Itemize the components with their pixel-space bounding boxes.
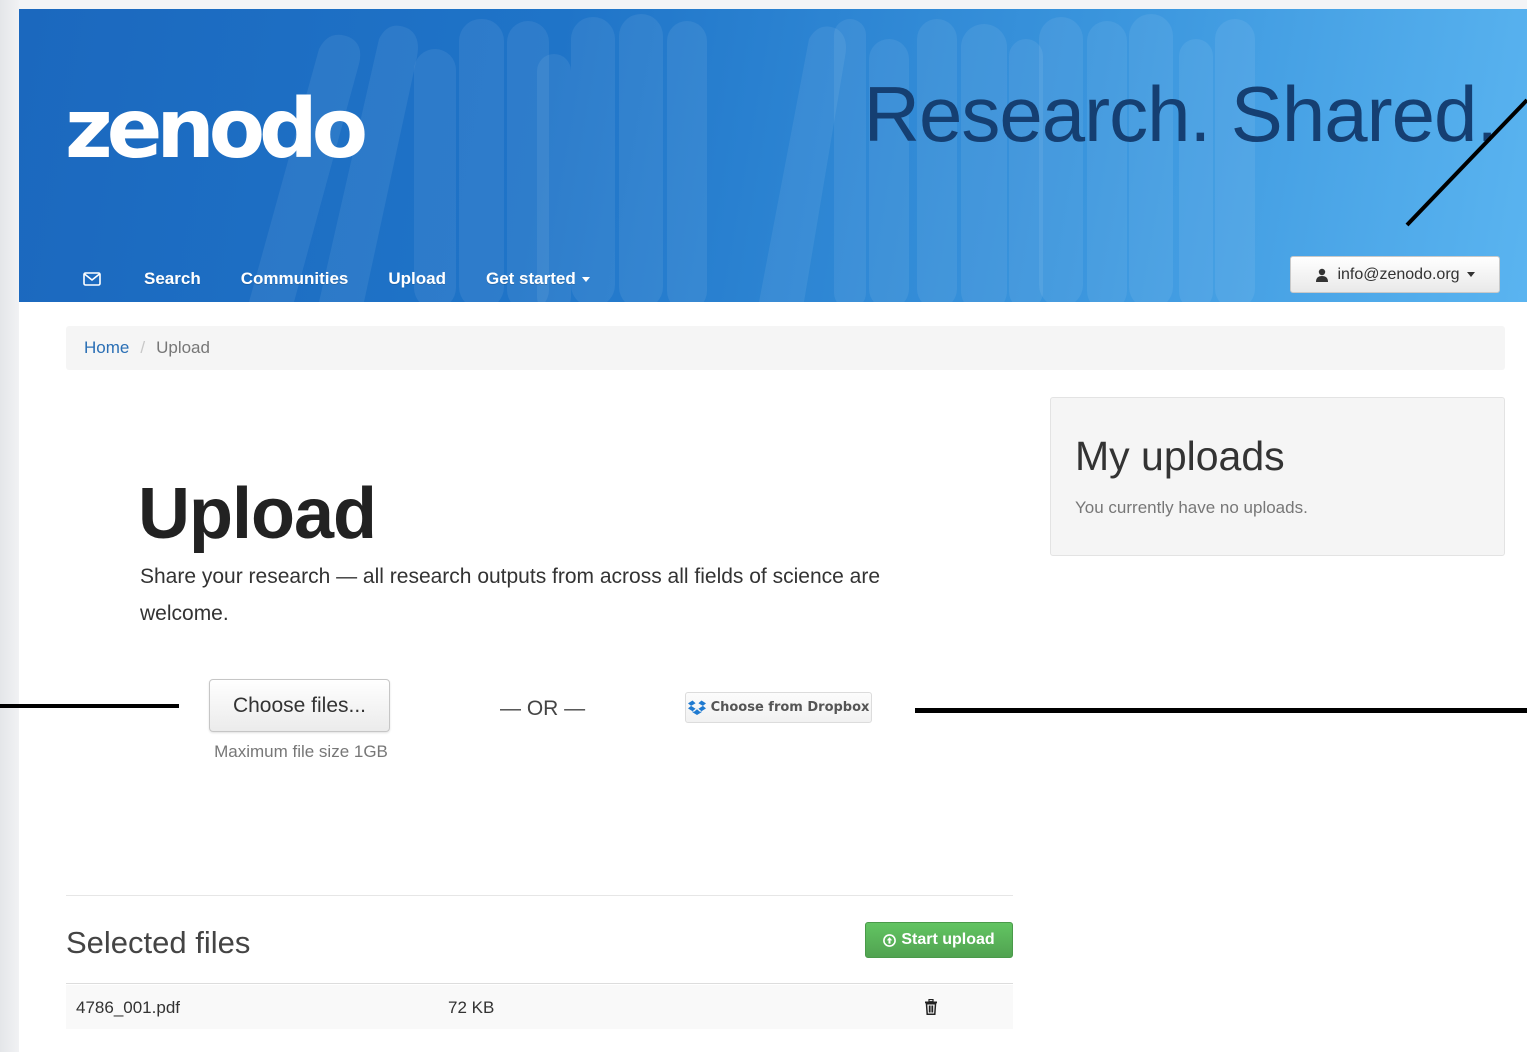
- table-row: 4786_001.pdf 72 KB: [66, 985, 1013, 1029]
- site-header: zenodo Research. Shared. Search Communit…: [19, 9, 1527, 302]
- my-uploads-empty-text: You currently have no uploads.: [1075, 498, 1308, 517]
- page-title: Upload: [138, 474, 377, 554]
- chevron-down-icon: [1466, 272, 1475, 277]
- upload-circle-icon: [883, 933, 897, 947]
- upload-description: Share your research — all research outpu…: [140, 565, 880, 625]
- breadcrumb-separator: /: [140, 338, 146, 357]
- user-icon: [1316, 268, 1329, 282]
- nav-get-started-label: Get started: [486, 269, 576, 288]
- annotation-diagonal-line: [1405, 98, 1527, 227]
- breadcrumb-home[interactable]: Home: [84, 338, 129, 358]
- my-uploads-title: My uploads: [1075, 433, 1285, 479]
- nav-get-started[interactable]: Get started: [486, 269, 590, 289]
- my-uploads-panel: My uploads You currently have no uploads…: [1050, 397, 1505, 556]
- breadcrumb: Home / Upload: [66, 326, 1505, 370]
- page-top-edge: [0, 0, 1527, 9]
- annotation-line-right: [915, 708, 1527, 713]
- envelope-icon[interactable]: [83, 272, 101, 286]
- nav-communities[interactable]: Communities: [241, 269, 349, 289]
- main-nav: Search Communities Upload Get started: [83, 267, 630, 291]
- nav-search[interactable]: Search: [144, 269, 201, 289]
- files-table-divider: [66, 983, 1013, 984]
- choose-files-button[interactable]: Choose files...: [209, 679, 390, 732]
- start-upload-label: Start upload: [901, 931, 995, 948]
- choose-from-dropbox-button[interactable]: Choose from Dropbox: [685, 692, 872, 723]
- page-left-edge: [0, 0, 19, 1052]
- user-menu-button[interactable]: info@zenodo.org: [1290, 256, 1500, 293]
- trash-icon[interactable]: [924, 999, 938, 1015]
- dropbox-icon: [687, 700, 706, 715]
- start-upload-button[interactable]: Start upload: [865, 922, 1013, 958]
- selected-files-title: Selected files: [66, 925, 251, 960]
- or-separator: — OR —: [500, 697, 586, 720]
- zenodo-logo[interactable]: zenodo: [65, 89, 368, 171]
- annotation-line-left: [0, 704, 179, 708]
- user-email: info@zenodo.org: [1337, 265, 1460, 283]
- file-size: 72 KB: [448, 998, 495, 1017]
- nav-upload[interactable]: Upload: [388, 269, 446, 289]
- dropbox-label: Choose from Dropbox: [710, 700, 870, 715]
- breadcrumb-current: Upload: [156, 338, 210, 357]
- file-name: 4786_001.pdf: [76, 998, 180, 1017]
- chevron-down-icon: [581, 277, 590, 283]
- max-file-size-note: Maximum file size 1GB: [214, 742, 388, 761]
- section-divider: [66, 895, 1013, 896]
